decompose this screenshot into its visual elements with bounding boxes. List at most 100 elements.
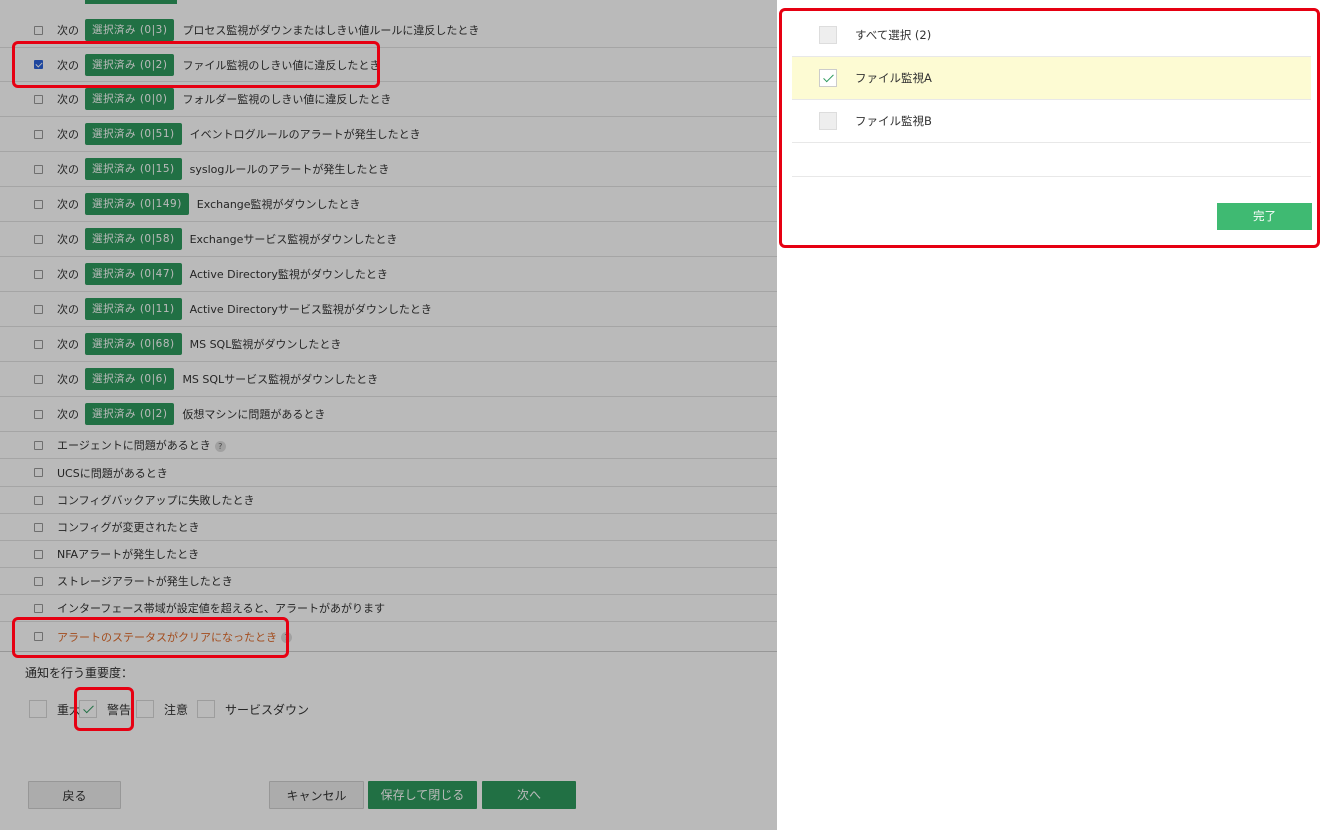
rule-row: ストレージアラートが発生したとき (0, 568, 777, 595)
rule-row: 次の 選択済み (0|2) ファイル監視のしきい値に違反したとき (0, 48, 777, 82)
rule-checkbox[interactable] (34, 440, 43, 450)
item-checkbox[interactable] (819, 69, 837, 87)
rule-text: syslogルールのアラートが発生したとき (189, 163, 390, 176)
next-label: 次の (57, 408, 79, 421)
severity-checkbox[interactable] (29, 700, 47, 718)
next-label: 次の (57, 24, 79, 37)
next-label: 次の (57, 373, 79, 386)
item-checkbox[interactable] (819, 112, 837, 130)
selected-count-button[interactable]: 選択済み (0|2) (85, 53, 175, 76)
selected-count-button[interactable]: 選択済み (0|6) (85, 368, 175, 390)
rule-row: 次の 選択済み (0|3) プロセス監視がダウンまたはしきい値ルールに違反したと… (0, 13, 777, 48)
list-item[interactable]: ファイル監視A (792, 57, 1311, 100)
rule-row: 次の 選択済み (0|0) フォルダー監視のしきい値に違反したとき (0, 82, 777, 117)
rule-row: アラートのステータスがクリアになったとき? (0, 622, 777, 651)
selected-count-button[interactable]: 選択済み (0|2) (85, 403, 175, 425)
severity-label: 警告 (107, 702, 132, 717)
severity-checkbox[interactable] (79, 700, 98, 718)
rule-checkbox[interactable] (34, 269, 43, 279)
select-all-label: すべて選択 (2) (855, 28, 932, 42)
rule-text: Active Directoryサービス監視がダウンしたとき (189, 303, 432, 316)
rule-checkbox[interactable] (34, 632, 43, 641)
select-all-row[interactable]: すべて選択 (2) (792, 14, 1311, 57)
rule-row: NFAアラートが発生したとき (0, 541, 777, 568)
selected-count-button[interactable]: 選択済み (0|15) (85, 158, 182, 180)
next-label: 次の (57, 303, 79, 316)
list-item[interactable]: ファイル監視B (792, 100, 1311, 143)
rule-text: エージェントに問題があるとき? (57, 437, 226, 453)
rule-row: 次の 選択済み (0|58) Exchangeサービス監視がダウンしたとき (0, 222, 777, 257)
rule-row: UCSに問題があるとき (0, 459, 777, 487)
rule-row: 次の 選択済み (0|51) イベントログルールのアラートが発生したとき (0, 117, 777, 152)
help-icon[interactable]: ? (281, 632, 292, 643)
severity-checkbox[interactable] (136, 700, 155, 718)
rule-checkbox[interactable] (34, 304, 43, 314)
severity-options: 重大 警告 注意 サービスダウン (29, 700, 318, 718)
rule-text: 仮想マシンに問題があるとき (182, 408, 326, 421)
next-label: 次の (57, 233, 79, 246)
rule-text: UCSに問題があるとき (57, 466, 168, 480)
rule-text: MS SQL監視がダウンしたとき (189, 338, 342, 351)
rule-checkbox[interactable] (34, 339, 43, 349)
rule-checkbox[interactable] (34, 234, 43, 244)
rule-checkbox[interactable] (34, 199, 43, 209)
rule-text: Exchange監視がダウンしたとき (196, 198, 361, 211)
selected-count-button[interactable]: 選択済み (0|3) (85, 19, 175, 41)
selected-count-button[interactable]: 選択済み (0|149) (85, 193, 189, 215)
severity-checkbox[interactable] (197, 700, 216, 718)
select-all-checkbox[interactable] (819, 26, 837, 44)
item-label: ファイル監視A (855, 71, 932, 85)
rule-row: 次の 選択済み (0|15) syslogルールのアラートが発生したとき (0, 152, 777, 187)
rule-text: アラートのステータスがクリアになったとき? (57, 629, 292, 645)
rule-checkbox[interactable] (34, 603, 43, 613)
rule-checkbox[interactable] (34, 495, 43, 505)
rule-checkbox[interactable] (34, 549, 43, 559)
severity-label: 重大 (57, 702, 82, 717)
rule-text: Exchangeサービス監視がダウンしたとき (189, 233, 398, 246)
rule-row: 次の 選択済み (0|6) MS SQLサービス監視がダウンしたとき (0, 362, 777, 397)
rule-text: プロセス監視がダウンまたはしきい値ルールに違反したとき (182, 24, 480, 37)
rule-text: コンフィグバックアップに失敗したとき (57, 494, 255, 507)
severity-title: 通知を行う重要度： (25, 666, 134, 680)
severity-label: 注意 (164, 702, 189, 717)
selected-count-button[interactable]: 選択済み (0|0) (85, 88, 175, 110)
rule-text: イベントログルールのアラートが発生したとき (189, 128, 421, 141)
next-button[interactable]: 次へ (482, 781, 576, 809)
item-label: ファイル監視B (855, 114, 932, 128)
selected-count-button[interactable]: 選択済み (0|68) (85, 333, 182, 355)
rule-checkbox[interactable] (34, 129, 43, 139)
save-close-button[interactable]: 保存して閉じる (368, 781, 477, 809)
rule-checkbox[interactable] (34, 164, 43, 174)
rule-row: コンフィグバックアップに失敗したとき (0, 487, 777, 514)
selected-count-button[interactable]: 選択済み (0|58) (85, 228, 182, 250)
alert-rules-page: 次の 選択済み (0|3) プロセス監視がダウンまたはしきい値ルールに違反したと… (0, 0, 777, 830)
rule-row: 次の 選択済み (0|11) Active Directoryサービス監視がダウ… (0, 292, 777, 327)
rule-checkbox[interactable] (34, 94, 43, 104)
rule-checkbox[interactable] (34, 25, 43, 35)
rule-row: 次の 選択済み (0|47) Active Directory監視がダウンしたと… (0, 257, 777, 292)
back-button[interactable]: 戻る (28, 781, 121, 809)
rule-row: インターフェース帯域が設定値を超えると、アラートがあがります (0, 595, 777, 622)
rule-row: 次の 選択済み (0|2) 仮想マシンに問題があるとき (0, 397, 777, 432)
rule-row: 次の 選択済み (0|68) MS SQL監視がダウンしたとき (0, 327, 777, 362)
rule-checkbox[interactable] (34, 522, 43, 532)
done-button[interactable]: 完了 (1217, 203, 1312, 230)
help-icon[interactable]: ? (214, 440, 226, 452)
divider (0, 651, 777, 652)
rule-checkbox[interactable] (34, 409, 43, 419)
partial-selected-button (85, 0, 177, 4)
next-label: 次の (57, 128, 79, 141)
selected-count-button[interactable]: 選択済み (0|51) (85, 123, 182, 145)
selected-count-button[interactable]: 選択済み (0|47) (85, 263, 182, 285)
rule-checkbox[interactable] (34, 576, 43, 586)
selection-panel: すべて選択 (2) ファイル監視A ファイル監視B 完了 (777, 0, 1323, 830)
rule-checkbox[interactable] (34, 60, 43, 69)
rule-text: MS SQLサービス監視がダウンしたとき (182, 373, 379, 386)
rule-row: コンフィグが変更されたとき (0, 514, 777, 541)
rule-text: Active Directory監視がダウンしたとき (189, 268, 388, 281)
rule-checkbox[interactable] (34, 468, 43, 477)
selected-count-button[interactable]: 選択済み (0|11) (85, 298, 182, 320)
cancel-button[interactable]: キャンセル (269, 781, 364, 809)
rule-checkbox[interactable] (34, 374, 43, 384)
next-label: 次の (57, 163, 79, 176)
